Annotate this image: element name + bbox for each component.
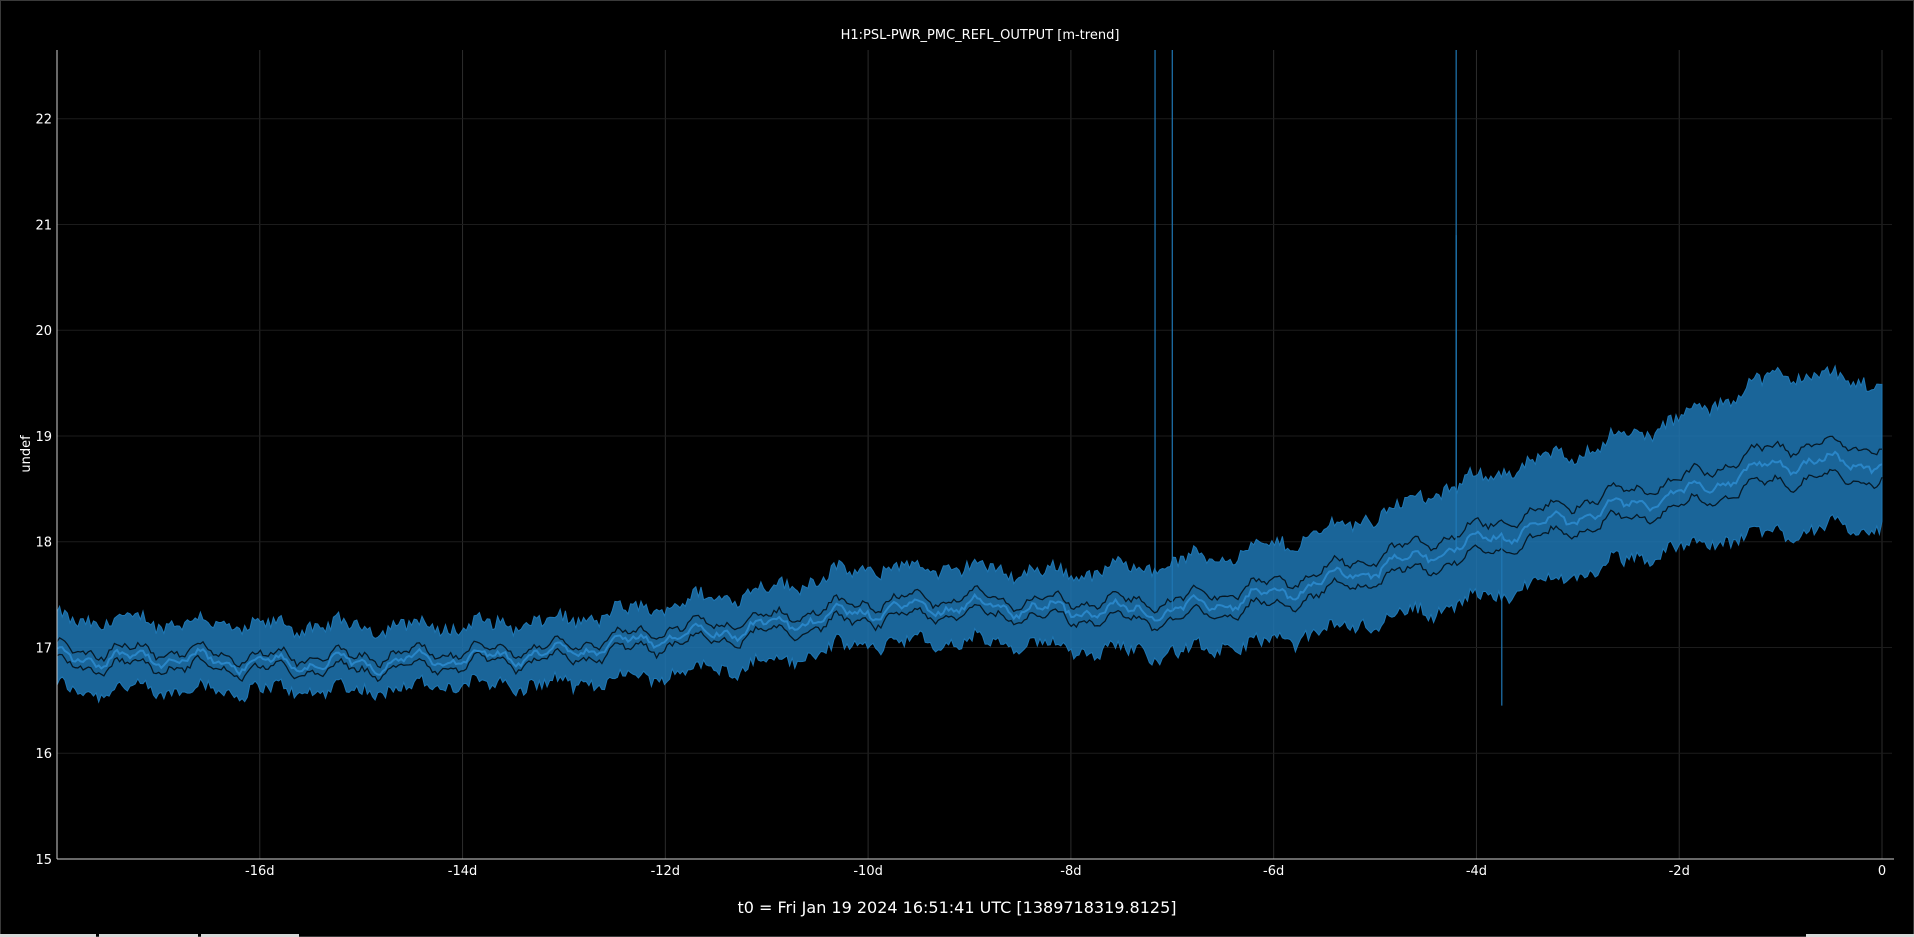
x-tick-label: -4d <box>1466 864 1487 879</box>
chart-svg: -16d -14d -12d -10d -8d -6d -4d -2d 0 15 16 17 18 19 2… <box>19 28 1894 879</box>
x-tick-label: -14d <box>448 864 478 879</box>
t0-caption: t0 = Fri Jan 19 2024 16:51:41 UTC [13897… <box>737 898 1177 917</box>
y-tick-label: 15 <box>35 853 52 868</box>
chart-title: H1:PSL-PWR_PMC_REFL_OUTPUT [m-trend] <box>841 28 1120 43</box>
x-tick-label: -16d <box>245 864 275 879</box>
y-axis-label: undef <box>19 435 34 473</box>
y-tick-label: 19 <box>35 430 52 445</box>
y-tick-label: 22 <box>35 113 52 128</box>
series-envelope <box>56 364 1883 704</box>
y-tick-label: 16 <box>35 747 52 762</box>
series-layer <box>56 50 1883 706</box>
y-tick-label: 17 <box>35 641 52 656</box>
x-tick-label: -10d <box>853 864 883 879</box>
x-tick-label: -12d <box>651 864 681 879</box>
x-tick-label: -8d <box>1060 864 1081 879</box>
y-tick-label: 21 <box>35 218 52 233</box>
x-tick-label: 0 <box>1878 864 1886 879</box>
x-tick-label: -2d <box>1669 864 1690 879</box>
x-tick-label: -6d <box>1263 864 1284 879</box>
y-tick-label: 20 <box>35 324 52 339</box>
y-tick-label: 18 <box>35 536 52 551</box>
